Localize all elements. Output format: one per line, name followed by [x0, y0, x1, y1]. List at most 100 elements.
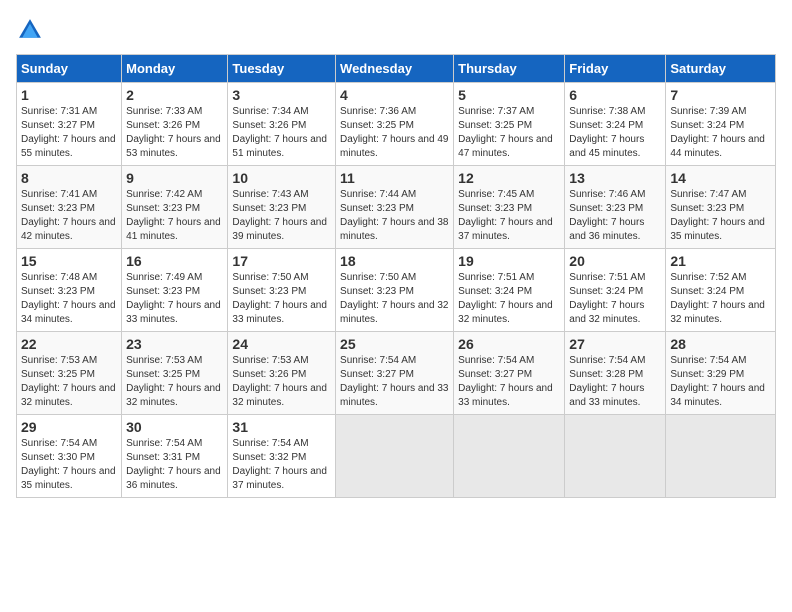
- calendar-cell: 8 Sunrise: 7:41 AM Sunset: 3:23 PM Dayli…: [17, 166, 122, 249]
- calendar-cell: 11 Sunrise: 7:44 AM Sunset: 3:23 PM Dayl…: [336, 166, 454, 249]
- day-detail: Sunrise: 7:51 AM Sunset: 3:24 PM Dayligh…: [458, 271, 560, 327]
- day-number: 4: [340, 87, 449, 103]
- day-number: 18: [340, 253, 449, 269]
- day-number: 30: [126, 419, 223, 435]
- calendar-week-5: 29 Sunrise: 7:54 AM Sunset: 3:30 PM Dayl…: [17, 415, 776, 498]
- day-number: 11: [340, 170, 449, 186]
- day-number: 25: [340, 336, 449, 352]
- day-header-tuesday: Tuesday: [228, 55, 336, 83]
- calendar-cell: 9 Sunrise: 7:42 AM Sunset: 3:23 PM Dayli…: [122, 166, 228, 249]
- day-detail: Sunrise: 7:42 AM Sunset: 3:23 PM Dayligh…: [126, 188, 223, 244]
- calendar-cell: 3 Sunrise: 7:34 AM Sunset: 3:26 PM Dayli…: [228, 83, 336, 166]
- calendar-header: SundayMondayTuesdayWednesdayThursdayFrid…: [17, 55, 776, 83]
- day-header-wednesday: Wednesday: [336, 55, 454, 83]
- day-number: 14: [670, 170, 771, 186]
- day-number: 2: [126, 87, 223, 103]
- calendar-cell: 19 Sunrise: 7:51 AM Sunset: 3:24 PM Dayl…: [454, 249, 565, 332]
- day-number: 24: [232, 336, 331, 352]
- calendar-cell: 7 Sunrise: 7:39 AM Sunset: 3:24 PM Dayli…: [666, 83, 776, 166]
- calendar-cell: 21 Sunrise: 7:52 AM Sunset: 3:24 PM Dayl…: [666, 249, 776, 332]
- calendar-cell: 13 Sunrise: 7:46 AM Sunset: 3:23 PM Dayl…: [565, 166, 666, 249]
- day-detail: Sunrise: 7:31 AM Sunset: 3:27 PM Dayligh…: [21, 105, 117, 161]
- day-detail: Sunrise: 7:50 AM Sunset: 3:23 PM Dayligh…: [232, 271, 331, 327]
- day-detail: Sunrise: 7:44 AM Sunset: 3:23 PM Dayligh…: [340, 188, 449, 244]
- calendar-cell: 18 Sunrise: 7:50 AM Sunset: 3:23 PM Dayl…: [336, 249, 454, 332]
- page-header: [16, 16, 776, 44]
- calendar-cell: [336, 415, 454, 498]
- calendar-cell: 20 Sunrise: 7:51 AM Sunset: 3:24 PM Dayl…: [565, 249, 666, 332]
- calendar-week-1: 1 Sunrise: 7:31 AM Sunset: 3:27 PM Dayli…: [17, 83, 776, 166]
- day-detail: Sunrise: 7:43 AM Sunset: 3:23 PM Dayligh…: [232, 188, 331, 244]
- day-detail: Sunrise: 7:41 AM Sunset: 3:23 PM Dayligh…: [21, 188, 117, 244]
- day-header-monday: Monday: [122, 55, 228, 83]
- calendar-cell: 25 Sunrise: 7:54 AM Sunset: 3:27 PM Dayl…: [336, 332, 454, 415]
- calendar-cell: 1 Sunrise: 7:31 AM Sunset: 3:27 PM Dayli…: [17, 83, 122, 166]
- logo-icon: [16, 16, 44, 44]
- calendar-cell: 26 Sunrise: 7:54 AM Sunset: 3:27 PM Dayl…: [454, 332, 565, 415]
- calendar-cell: 2 Sunrise: 7:33 AM Sunset: 3:26 PM Dayli…: [122, 83, 228, 166]
- day-number: 23: [126, 336, 223, 352]
- day-detail: Sunrise: 7:46 AM Sunset: 3:23 PM Dayligh…: [569, 188, 661, 244]
- day-detail: Sunrise: 7:50 AM Sunset: 3:23 PM Dayligh…: [340, 271, 449, 327]
- calendar-cell: 12 Sunrise: 7:45 AM Sunset: 3:23 PM Dayl…: [454, 166, 565, 249]
- day-header-friday: Friday: [565, 55, 666, 83]
- day-header-row: SundayMondayTuesdayWednesdayThursdayFrid…: [17, 55, 776, 83]
- day-number: 21: [670, 253, 771, 269]
- calendar-cell: 14 Sunrise: 7:47 AM Sunset: 3:23 PM Dayl…: [666, 166, 776, 249]
- day-detail: Sunrise: 7:38 AM Sunset: 3:24 PM Dayligh…: [569, 105, 661, 161]
- calendar-cell: 24 Sunrise: 7:53 AM Sunset: 3:26 PM Dayl…: [228, 332, 336, 415]
- day-detail: Sunrise: 7:54 AM Sunset: 3:29 PM Dayligh…: [670, 354, 771, 410]
- calendar-week-2: 8 Sunrise: 7:41 AM Sunset: 3:23 PM Dayli…: [17, 166, 776, 249]
- logo: [16, 16, 48, 44]
- calendar-cell: 15 Sunrise: 7:48 AM Sunset: 3:23 PM Dayl…: [17, 249, 122, 332]
- day-number: 17: [232, 253, 331, 269]
- calendar-table: SundayMondayTuesdayWednesdayThursdayFrid…: [16, 54, 776, 498]
- day-number: 7: [670, 87, 771, 103]
- day-detail: Sunrise: 7:36 AM Sunset: 3:25 PM Dayligh…: [340, 105, 449, 161]
- day-number: 10: [232, 170, 331, 186]
- day-detail: Sunrise: 7:53 AM Sunset: 3:25 PM Dayligh…: [21, 354, 117, 410]
- day-detail: Sunrise: 7:51 AM Sunset: 3:24 PM Dayligh…: [569, 271, 661, 327]
- day-number: 28: [670, 336, 771, 352]
- calendar-cell: [565, 415, 666, 498]
- day-detail: Sunrise: 7:48 AM Sunset: 3:23 PM Dayligh…: [21, 271, 117, 327]
- day-detail: Sunrise: 7:47 AM Sunset: 3:23 PM Dayligh…: [670, 188, 771, 244]
- day-detail: Sunrise: 7:54 AM Sunset: 3:27 PM Dayligh…: [458, 354, 560, 410]
- calendar-cell: 10 Sunrise: 7:43 AM Sunset: 3:23 PM Dayl…: [228, 166, 336, 249]
- day-detail: Sunrise: 7:53 AM Sunset: 3:25 PM Dayligh…: [126, 354, 223, 410]
- day-detail: Sunrise: 7:45 AM Sunset: 3:23 PM Dayligh…: [458, 188, 560, 244]
- day-number: 8: [21, 170, 117, 186]
- calendar-cell: 4 Sunrise: 7:36 AM Sunset: 3:25 PM Dayli…: [336, 83, 454, 166]
- day-header-sunday: Sunday: [17, 55, 122, 83]
- day-detail: Sunrise: 7:37 AM Sunset: 3:25 PM Dayligh…: [458, 105, 560, 161]
- day-detail: Sunrise: 7:54 AM Sunset: 3:31 PM Dayligh…: [126, 437, 223, 493]
- calendar-cell: 6 Sunrise: 7:38 AM Sunset: 3:24 PM Dayli…: [565, 83, 666, 166]
- day-number: 19: [458, 253, 560, 269]
- day-detail: Sunrise: 7:54 AM Sunset: 3:30 PM Dayligh…: [21, 437, 117, 493]
- day-detail: Sunrise: 7:53 AM Sunset: 3:26 PM Dayligh…: [232, 354, 331, 410]
- day-detail: Sunrise: 7:54 AM Sunset: 3:32 PM Dayligh…: [232, 437, 331, 493]
- day-number: 26: [458, 336, 560, 352]
- day-number: 20: [569, 253, 661, 269]
- day-detail: Sunrise: 7:52 AM Sunset: 3:24 PM Dayligh…: [670, 271, 771, 327]
- day-number: 12: [458, 170, 560, 186]
- day-number: 22: [21, 336, 117, 352]
- calendar-body: 1 Sunrise: 7:31 AM Sunset: 3:27 PM Dayli…: [17, 83, 776, 498]
- calendar-cell: 28 Sunrise: 7:54 AM Sunset: 3:29 PM Dayl…: [666, 332, 776, 415]
- calendar-cell: 22 Sunrise: 7:53 AM Sunset: 3:25 PM Dayl…: [17, 332, 122, 415]
- calendar-cell: [454, 415, 565, 498]
- day-detail: Sunrise: 7:39 AM Sunset: 3:24 PM Dayligh…: [670, 105, 771, 161]
- day-header-thursday: Thursday: [454, 55, 565, 83]
- day-detail: Sunrise: 7:54 AM Sunset: 3:28 PM Dayligh…: [569, 354, 661, 410]
- day-number: 15: [21, 253, 117, 269]
- calendar-cell: 27 Sunrise: 7:54 AM Sunset: 3:28 PM Dayl…: [565, 332, 666, 415]
- day-number: 16: [126, 253, 223, 269]
- day-number: 9: [126, 170, 223, 186]
- day-number: 5: [458, 87, 560, 103]
- calendar-cell: 17 Sunrise: 7:50 AM Sunset: 3:23 PM Dayl…: [228, 249, 336, 332]
- calendar-cell: 29 Sunrise: 7:54 AM Sunset: 3:30 PM Dayl…: [17, 415, 122, 498]
- day-number: 29: [21, 419, 117, 435]
- day-detail: Sunrise: 7:49 AM Sunset: 3:23 PM Dayligh…: [126, 271, 223, 327]
- day-detail: Sunrise: 7:33 AM Sunset: 3:26 PM Dayligh…: [126, 105, 223, 161]
- day-detail: Sunrise: 7:54 AM Sunset: 3:27 PM Dayligh…: [340, 354, 449, 410]
